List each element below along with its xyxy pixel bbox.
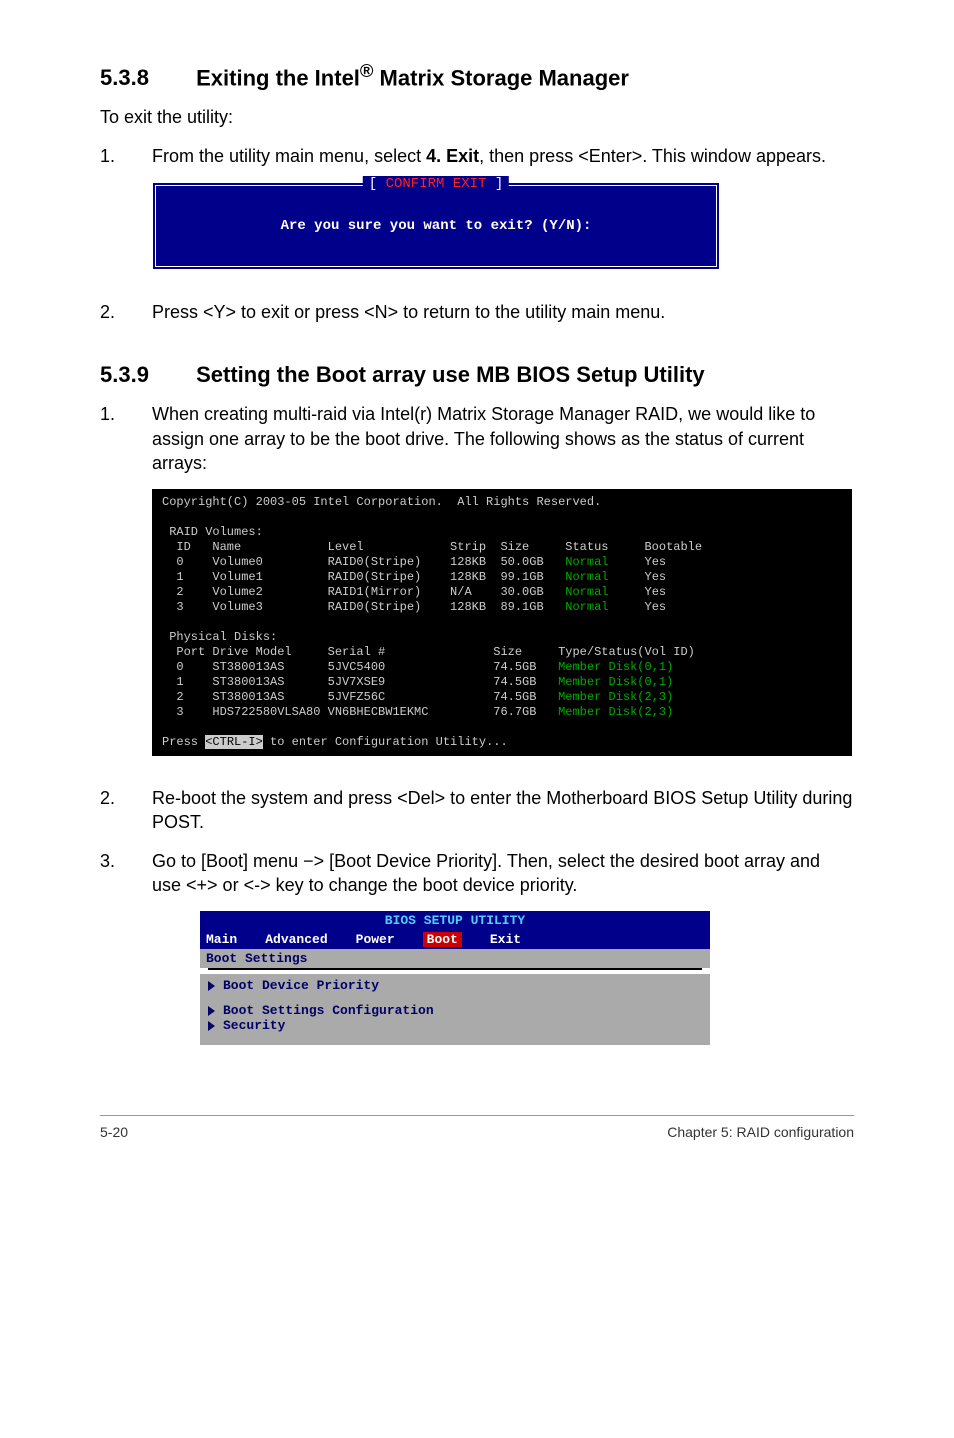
- triangle-icon: [208, 981, 215, 991]
- bracket-l: [: [369, 176, 386, 192]
- confirm-title: [ CONFIRM EXIT ]: [363, 176, 509, 192]
- bios-body: Boot Device Priority Boot Settings Confi…: [200, 974, 710, 1045]
- raid-phys-row: 3 HDS722580VLSA80 VN6BHECBW1EKMC 76.7GB …: [162, 705, 673, 719]
- step-3b: 3. Go to [Boot] menu −> [Boot Device Pri…: [100, 849, 854, 898]
- heading-text-b: Matrix Storage Manager: [373, 65, 629, 90]
- raid-copyright: Copyright(C) 2003-05 Intel Corporation. …: [162, 495, 601, 509]
- bios-menu-exit[interactable]: Exit: [490, 932, 521, 947]
- raid-terminal: Copyright(C) 2003-05 Intel Corporation. …: [152, 489, 852, 756]
- intro-text: To exit the utility:: [100, 105, 854, 129]
- heading-text: Setting the Boot array use MB BIOS Setup…: [196, 362, 705, 387]
- footer-rule: [100, 1115, 854, 1116]
- page-number: 5-20: [100, 1124, 128, 1140]
- raid-phys-row: 1 ST380013AS 5JV7XSE9 74.5GB Member Disk…: [162, 675, 673, 689]
- heading-num: 5.3.8: [100, 65, 190, 91]
- registered-mark: ®: [360, 60, 374, 81]
- step-2: 2. Press <Y> to exit or press <N> to ret…: [100, 300, 854, 324]
- triangle-icon: [208, 1006, 215, 1016]
- bios-item-boot-config[interactable]: Boot Settings Configuration: [208, 1003, 702, 1018]
- bios-item-boot-priority[interactable]: Boot Device Priority: [208, 978, 702, 993]
- page-content: 5.3.8 Exiting the Intel® Matrix Storage …: [0, 0, 954, 1115]
- step-text-c: , then press <Enter>. This window appear…: [479, 146, 826, 166]
- chapter-label: Chapter 5: RAID configuration: [667, 1124, 854, 1140]
- heading-num: 5.3.9: [100, 362, 190, 388]
- step-text: When creating multi-raid via Intel(r) Ma…: [152, 402, 854, 475]
- bios-menu-advanced[interactable]: Advanced: [265, 932, 327, 947]
- raid-vol-cols: ID Name Level Strip Size Status Bootable: [162, 540, 702, 554]
- bios-item-label: Boot Device Priority: [223, 978, 379, 993]
- bios-menu-main[interactable]: Main: [206, 932, 237, 947]
- step-number: 2.: [100, 300, 152, 324]
- confirm-dialog: [ CONFIRM EXIT ] Are you sure you want t…: [152, 182, 720, 270]
- step-1b: 1. When creating multi-raid via Intel(r)…: [100, 402, 854, 475]
- step-number: 1.: [100, 144, 152, 168]
- bios-item-label: Boot Settings Configuration: [223, 1003, 434, 1018]
- bios-screenshot: BIOS SETUP UTILITY Main Advanced Power B…: [200, 911, 854, 1045]
- step-text: From the utility main menu, select 4. Ex…: [152, 144, 854, 168]
- step-text: Re-boot the system and press <Del> to en…: [152, 786, 854, 835]
- confirm-title-text: CONFIRM EXIT: [386, 176, 487, 192]
- bracket-r: ]: [486, 176, 503, 192]
- bios-menu-boot[interactable]: Boot: [423, 932, 462, 947]
- bios-window: BIOS SETUP UTILITY Main Advanced Power B…: [200, 911, 710, 1045]
- heading-538: 5.3.8 Exiting the Intel® Matrix Storage …: [100, 60, 854, 91]
- raid-status-screenshot: Copyright(C) 2003-05 Intel Corporation. …: [152, 489, 854, 756]
- confirm-exit-screenshot: [ CONFIRM EXIT ] Are you sure you want t…: [152, 182, 854, 270]
- raid-phys-row: 2 ST380013AS 5JVFZ56C 74.5GB Member Disk…: [162, 690, 673, 704]
- step-text-bold: 4. Exit: [426, 146, 479, 166]
- bios-title: BIOS SETUP UTILITY: [200, 911, 710, 930]
- raid-phys-row: 0 ST380013AS 5JVC5400 74.5GB Member Disk…: [162, 660, 673, 674]
- triangle-icon: [208, 1021, 215, 1031]
- step-number: 1.: [100, 402, 152, 475]
- raid-press-line: Press <CTRL-I> to enter Configuration Ut…: [162, 735, 508, 749]
- bios-item-label: Security: [223, 1018, 285, 1033]
- raid-vol-row: 0 Volume0 RAID0(Stripe) 128KB 50.0GB Nor…: [162, 555, 666, 569]
- bios-item-security[interactable]: Security: [208, 1018, 702, 1033]
- raid-phys-cols: Port Drive Model Serial # Size Type/Stat…: [162, 645, 695, 659]
- raid-vol-row: 3 Volume3 RAID0(Stripe) 128KB 89.1GB Nor…: [162, 600, 666, 614]
- bios-divider: [208, 968, 702, 970]
- step-text-a: From the utility main menu, select: [152, 146, 426, 166]
- heading-539: 5.3.9 Setting the Boot array use MB BIOS…: [100, 362, 854, 388]
- step-number: 2.: [100, 786, 152, 835]
- page-footer: 5-20 Chapter 5: RAID configuration: [0, 1124, 954, 1180]
- confirm-message: Are you sure you want to exit? (Y/N):: [281, 218, 592, 234]
- bios-menu-power[interactable]: Power: [356, 932, 395, 947]
- bios-menu: Main Advanced Power Boot Exit: [200, 930, 710, 949]
- heading-text-a: Exiting the Intel: [196, 65, 360, 90]
- bios-subheader: Boot Settings: [200, 949, 710, 968]
- step-text: Press <Y> to exit or press <N> to return…: [152, 300, 854, 324]
- step-text: Go to [Boot] menu −> [Boot Device Priori…: [152, 849, 854, 898]
- raid-phys-header: Physical Disks:: [162, 630, 277, 644]
- step-number: 3.: [100, 849, 152, 898]
- step-1: 1. From the utility main menu, select 4.…: [100, 144, 854, 168]
- raid-vol-header: RAID Volumes:: [162, 525, 263, 539]
- raid-vol-row: 1 Volume1 RAID0(Stripe) 128KB 99.1GB Nor…: [162, 570, 666, 584]
- step-2b: 2. Re-boot the system and press <Del> to…: [100, 786, 854, 835]
- raid-vol-row: 2 Volume2 RAID1(Mirror) N/A 30.0GB Norma…: [162, 585, 666, 599]
